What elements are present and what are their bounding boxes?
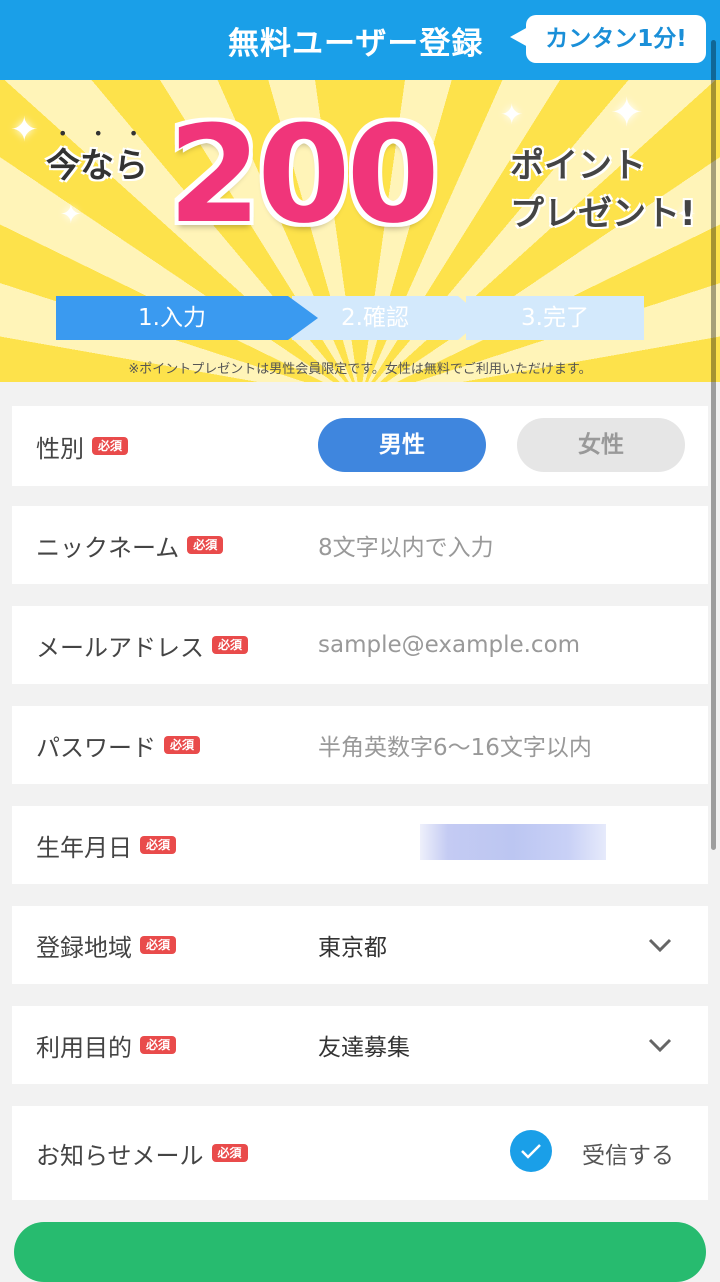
birthday-input[interactable]: [420, 824, 606, 860]
progress-steps: 3.完了 2.確認 1.入力: [56, 296, 646, 340]
required-badge: 必須: [140, 836, 177, 854]
step-complete: 3.完了: [466, 296, 644, 340]
promo-banner: ✦ ✦ ✦ ✦ ✦ ••• 今なら 200 ポイント プレゼント! 3.完了 2…: [0, 80, 720, 382]
email-label-text: メールアドレス: [36, 633, 204, 662]
banner-prefix: 今なら: [46, 146, 148, 186]
birthday-label-text: 生年月日: [36, 833, 132, 862]
scrollbar[interactable]: [711, 40, 716, 850]
nickname-row[interactable]: ニックネーム 必須 8文字以内で入力: [12, 506, 708, 584]
required-badge: 必須: [140, 936, 177, 954]
required-badge: 必須: [92, 437, 129, 455]
required-badge: 必須: [211, 1144, 248, 1162]
email-label: メールアドレス 必須: [36, 606, 249, 684]
sparkle-icon: ✦: [60, 200, 82, 230]
newsletter-option-label[interactable]: 受信する: [582, 1106, 674, 1200]
sparkle-icon: ✦: [610, 90, 644, 136]
password-input[interactable]: 半角英数字6〜16文字以内: [318, 706, 592, 784]
page-title: 無料ユーザー登録: [228, 26, 484, 62]
purpose-select[interactable]: 友達募集: [318, 1006, 410, 1084]
chevron-down-icon[interactable]: [648, 906, 672, 984]
gender-female-button[interactable]: 女性: [517, 418, 685, 472]
step-input: 1.入力: [56, 296, 318, 340]
nickname-label: ニックネーム 必須: [36, 506, 224, 584]
gender-male-button[interactable]: 男性: [318, 418, 486, 472]
newsletter-checkbox[interactable]: [510, 1130, 552, 1172]
nickname-label-text: ニックネーム: [36, 533, 180, 562]
sparkle-icon: ✦: [500, 98, 524, 131]
email-row[interactable]: メールアドレス 必須 sample@example.com: [12, 606, 708, 684]
region-label: 登録地域 必須: [36, 906, 177, 984]
region-row[interactable]: 登録地域 必須 東京都: [12, 906, 708, 984]
newsletter-label-text: お知らせメール: [36, 1141, 204, 1170]
purpose-label-text: 利用目的: [36, 1033, 132, 1062]
purpose-label: 利用目的 必須: [36, 1006, 177, 1084]
email-input[interactable]: sample@example.com: [318, 606, 580, 684]
gender-row: 性別 必須 男性 女性: [12, 406, 708, 486]
header-bar: 無料ユーザー登録 カンタン1分!: [0, 0, 720, 80]
newsletter-row: お知らせメール 必須 受信する: [12, 1106, 708, 1200]
sparkle-icon: ✦: [10, 110, 39, 150]
region-select[interactable]: 東京都: [318, 906, 387, 984]
banner-suffix-line1: ポイント: [510, 146, 646, 186]
gender-label-text: 性別: [36, 434, 84, 463]
nickname-input[interactable]: 8文字以内で入力: [318, 506, 494, 584]
checkmark-icon: [521, 1144, 541, 1159]
points-number: 200: [168, 97, 440, 253]
birthday-row[interactable]: 生年月日 必須: [12, 806, 708, 884]
required-badge: 必須: [212, 636, 249, 654]
quick-badge: カンタン1分!: [510, 15, 706, 63]
chevron-down-icon[interactable]: [648, 1006, 672, 1084]
birthday-label: 生年月日 必須: [36, 806, 177, 884]
gender-label: 性別 必須: [36, 406, 129, 486]
password-label: パスワード 必須: [36, 706, 201, 784]
password-label-text: パスワード: [36, 733, 156, 762]
required-badge: 必須: [187, 536, 224, 554]
required-badge: 必須: [164, 736, 201, 754]
submit-button[interactable]: [14, 1222, 706, 1282]
purpose-row[interactable]: 利用目的 必須 友達募集: [12, 1006, 708, 1084]
required-badge: 必須: [140, 1036, 177, 1054]
banner-suffix: ポイント プレゼント!: [510, 142, 696, 238]
region-label-text: 登録地域: [36, 933, 132, 962]
points-note: ※ポイントプレゼントは男性会員限定です。女性は無料でご利用いただけます。: [128, 362, 592, 377]
newsletter-label: お知らせメール 必須: [36, 1106, 248, 1200]
password-row[interactable]: パスワード 必須 半角英数字6〜16文字以内: [12, 706, 708, 784]
banner-suffix-line2: プレゼント!: [510, 194, 696, 234]
